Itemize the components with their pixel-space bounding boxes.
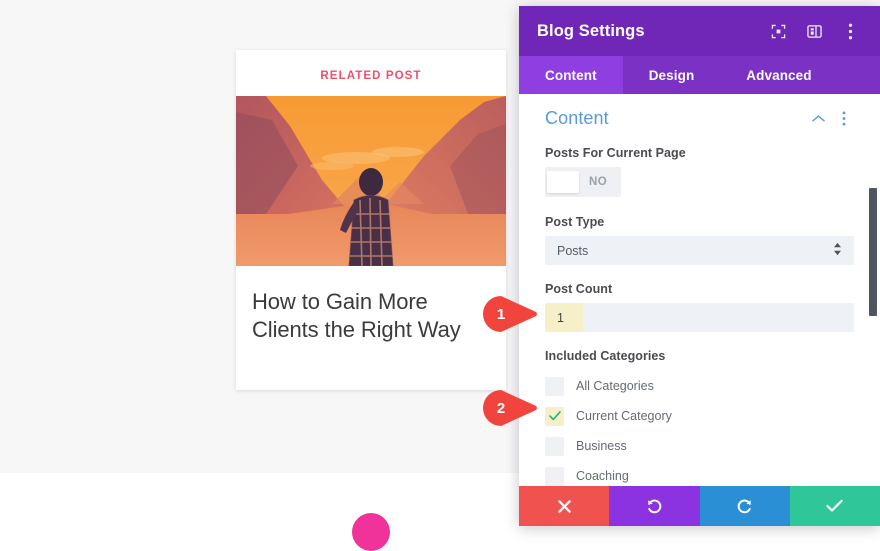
- select-arrows-icon: [833, 242, 842, 259]
- toggle-knob: [547, 171, 579, 193]
- annotation-pin-1: 1: [481, 295, 539, 333]
- post-type-select[interactable]: Posts: [545, 236, 854, 265]
- post-title[interactable]: How to Gain More Clients the Right Way: [252, 266, 490, 343]
- redo-button[interactable]: [699, 486, 790, 526]
- panel-layout-icon[interactable]: [802, 19, 826, 43]
- blog-settings-panel: Blog Settings Content Design Advanced Co…: [519, 6, 880, 526]
- checkbox-business[interactable]: Business: [545, 431, 854, 461]
- post-count-label: Post Count: [545, 282, 613, 296]
- checkmark-icon: [826, 499, 844, 512]
- post-count-value: 1: [545, 303, 583, 332]
- field-post-count: Post Count 1: [545, 282, 854, 332]
- content-section-header: Content: [545, 94, 854, 129]
- cancel-button[interactable]: [519, 486, 610, 526]
- included-categories-list: All Categories Current Category Business: [545, 371, 854, 486]
- chevron-up-icon[interactable]: [808, 109, 828, 129]
- undo-icon: [647, 499, 662, 513]
- toggle-state-label: NO: [589, 176, 608, 188]
- content-section-title: Content: [545, 108, 609, 128]
- checkbox-coaching[interactable]: Coaching: [545, 461, 854, 486]
- panel-tabs: Content Design Advanced: [519, 56, 880, 94]
- tab-advanced[interactable]: Advanced: [720, 56, 837, 94]
- posts-for-current-page-toggle[interactable]: NO: [545, 167, 622, 197]
- related-post-card[interactable]: RELATED POST How to Gain More Clients th…: [236, 50, 506, 390]
- close-icon: [557, 499, 571, 513]
- checkbox-all-categories[interactable]: All Categories: [545, 371, 854, 401]
- section-more-icon[interactable]: [834, 109, 854, 129]
- undo-button[interactable]: [609, 486, 700, 526]
- redo-icon: [737, 499, 752, 513]
- annotation-pin-2: 2: [481, 389, 539, 427]
- panel-body: Content Posts For Current Page NO Post T…: [519, 94, 880, 486]
- panel-header: Blog Settings: [519, 6, 880, 56]
- checkbox-box: [545, 376, 564, 396]
- checkbox-label: Current Category: [576, 409, 672, 423]
- checkbox-label: Coaching: [576, 469, 629, 483]
- annotation-pin-2-number: 2: [496, 399, 506, 417]
- related-post-eyebrow: RELATED POST: [320, 70, 422, 82]
- more-options-icon[interactable]: [838, 19, 862, 43]
- checkbox-box-checked: [545, 406, 564, 426]
- post-image-artwork: [236, 96, 506, 266]
- checkbox-box: [545, 466, 564, 486]
- focus-expand-icon[interactable]: [766, 19, 790, 43]
- tab-content[interactable]: Content: [519, 56, 623, 94]
- post-featured-image: [236, 96, 506, 266]
- checkmark-icon: [548, 411, 561, 421]
- field-posts-for-current-page: Posts For Current Page NO: [545, 146, 854, 198]
- posts-for-current-page-label: Posts For Current Page: [545, 146, 686, 160]
- field-post-type: Post Type Posts: [545, 215, 854, 265]
- post-count-input[interactable]: 1: [545, 303, 854, 332]
- checkbox-label: All Categories: [576, 379, 654, 393]
- checkbox-box: [545, 436, 564, 456]
- post-type-value: Posts: [557, 243, 589, 258]
- field-included-categories: Included Categories All Categories Curre…: [545, 349, 854, 486]
- included-categories-label: Included Categories: [545, 349, 666, 363]
- annotation-pin-1-number: 1: [496, 305, 506, 323]
- panel-footer: [519, 486, 880, 526]
- post-type-label: Post Type: [545, 215, 605, 229]
- save-button[interactable]: [789, 486, 880, 526]
- checkbox-current-category[interactable]: Current Category: [545, 401, 854, 431]
- panel-scrollbar-thumb[interactable]: [869, 188, 877, 316]
- decorative-pink-circle: [352, 513, 390, 551]
- checkbox-label: Business: [576, 439, 627, 453]
- panel-title: Blog Settings: [537, 21, 645, 40]
- tab-design[interactable]: Design: [623, 56, 721, 94]
